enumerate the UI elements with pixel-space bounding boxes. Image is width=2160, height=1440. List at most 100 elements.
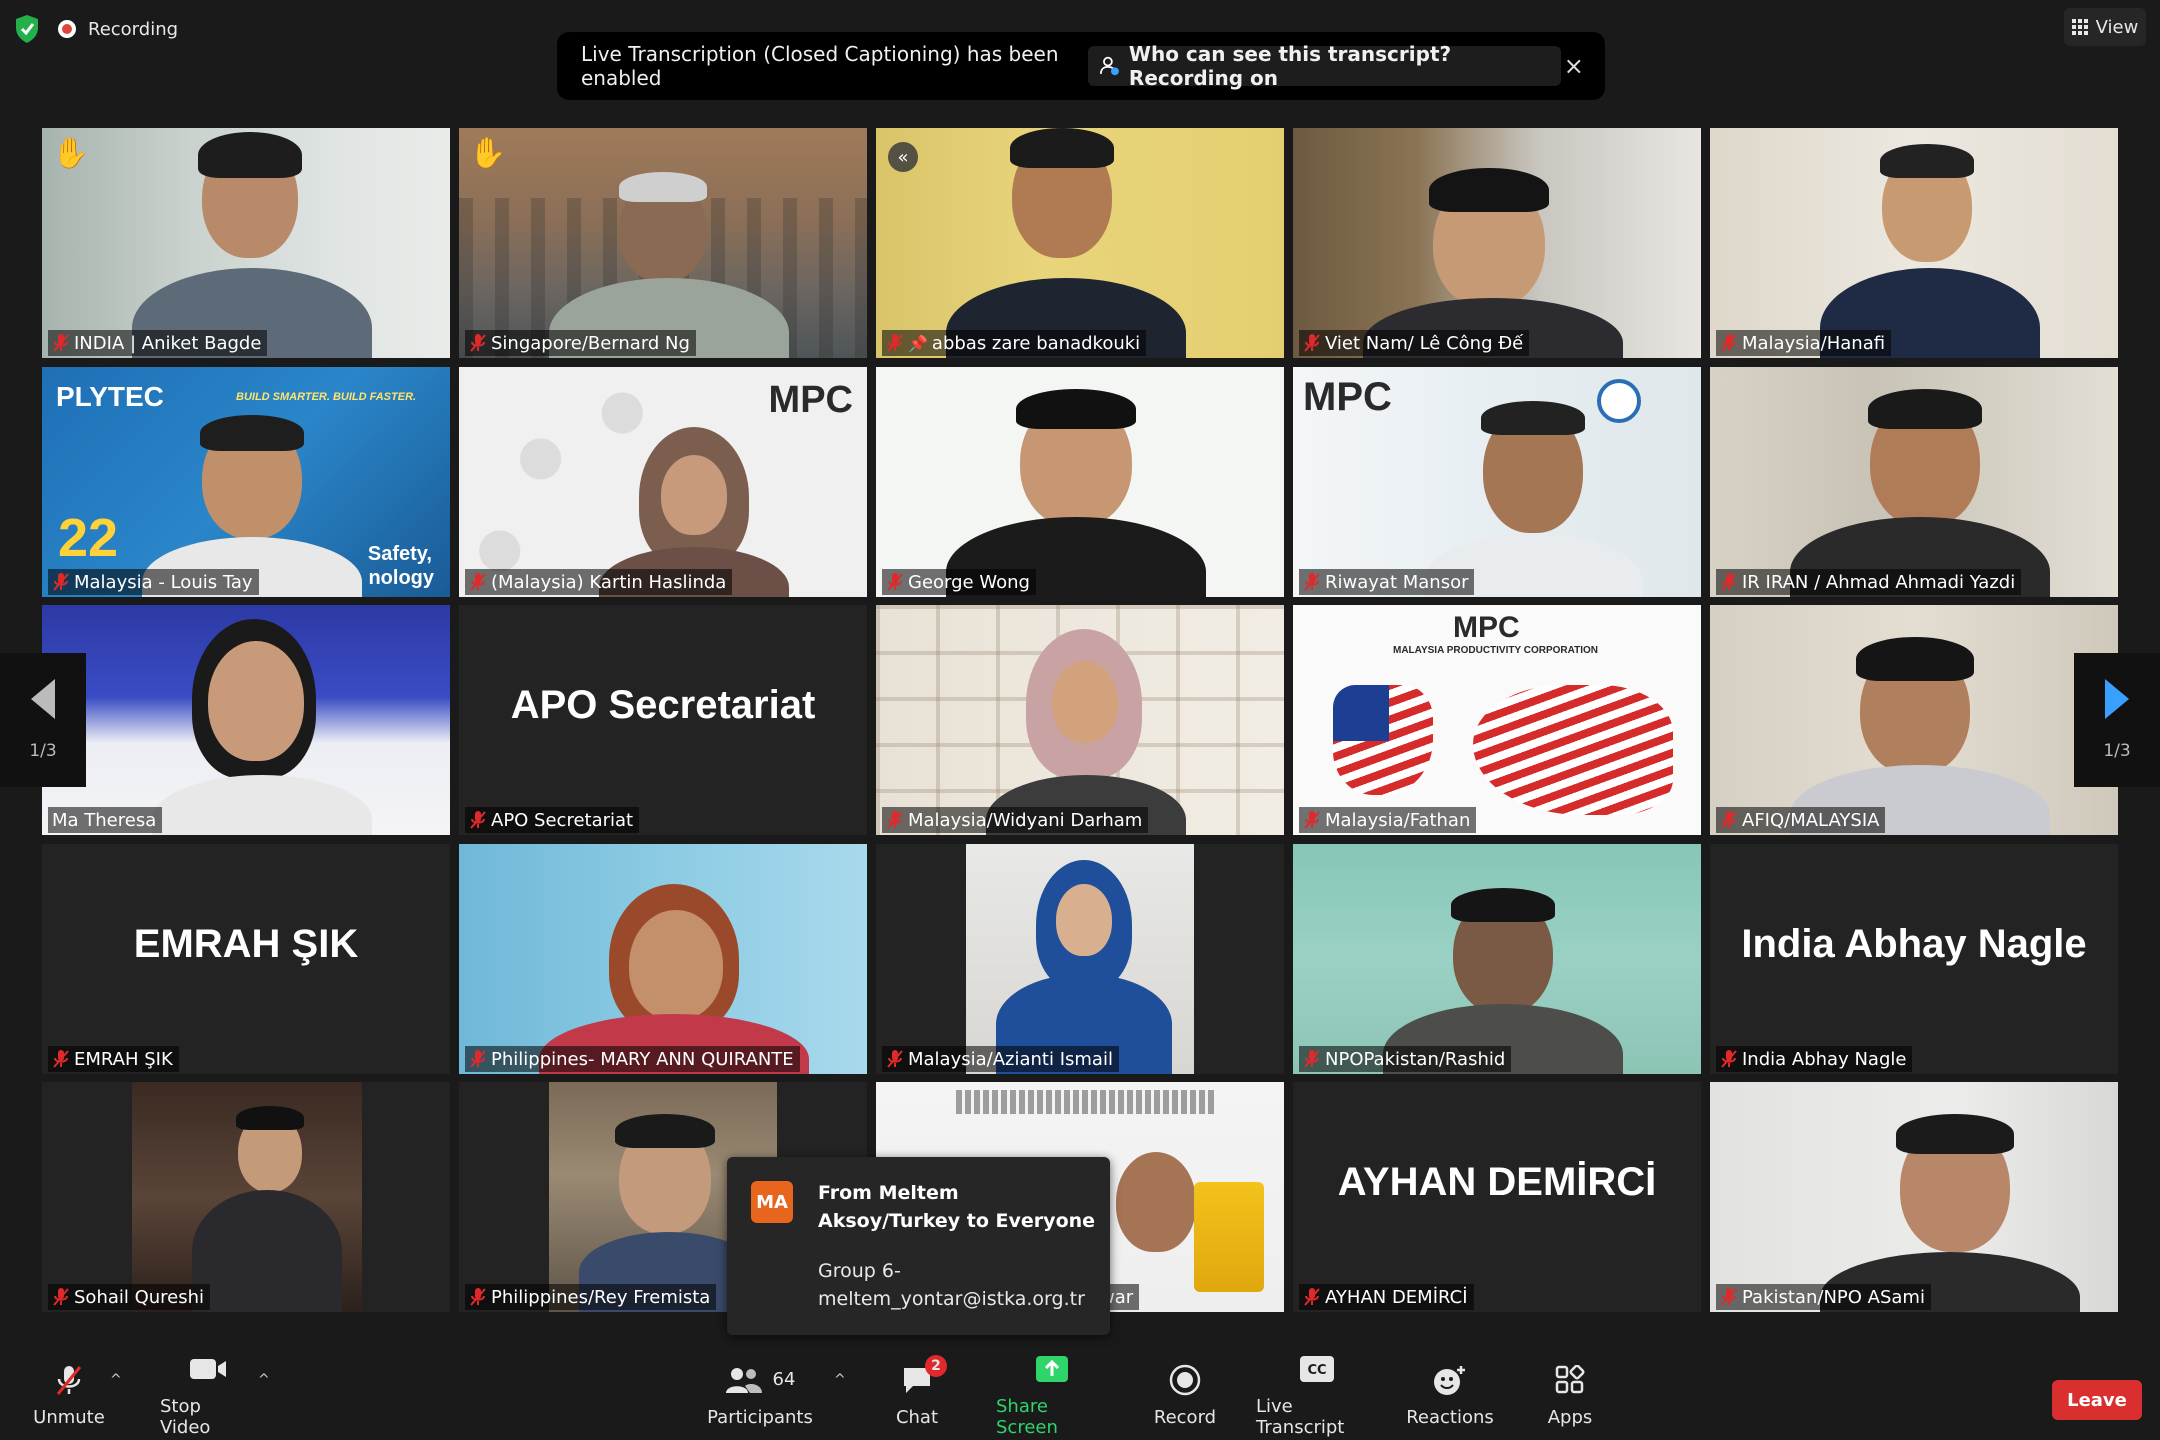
participant-name: AFIQ/MALAYSIA bbox=[1716, 807, 1886, 833]
video-options-caret-icon[interactable]: ^ bbox=[258, 1372, 270, 1388]
mpc-logo: MPC bbox=[1303, 375, 1392, 419]
mic-muted-icon bbox=[1721, 811, 1737, 829]
unmute-button[interactable]: Unmute bbox=[30, 1350, 108, 1440]
video-tile-active-speaker[interactable]: Ma Theresa bbox=[42, 605, 450, 835]
participant-name: Ma Theresa bbox=[48, 807, 163, 833]
participant-name: Malaysia/Fathan bbox=[1299, 807, 1477, 833]
apps-button[interactable]: Apps bbox=[1540, 1350, 1600, 1440]
recording-indicator[interactable]: Recording bbox=[58, 19, 178, 40]
video-tile[interactable]: India Abhay Nagle India Abhay Nagle bbox=[1710, 844, 2118, 1074]
live-transcript-button[interactable]: CC Live Transcript bbox=[1256, 1350, 1378, 1440]
participant-name: NPOPakistan/Rashid bbox=[1299, 1046, 1512, 1072]
video-tile[interactable]: Pakistan/NPO ASami bbox=[1710, 1082, 2118, 1312]
shield-icon[interactable] bbox=[14, 14, 40, 44]
view-button[interactable]: View bbox=[2064, 8, 2146, 46]
video-tile[interactable]: MPC Riwayat Mansor bbox=[1293, 367, 1701, 597]
mic-muted-icon bbox=[887, 334, 903, 352]
chat-message: Group 6- meltem_yontar@istka.org.tr bbox=[818, 1260, 1085, 1310]
participant-name: (Malaysia) Kartin Haslinda bbox=[465, 569, 733, 595]
slide-header bbox=[956, 1090, 1216, 1114]
video-tile[interactable]: Viet Nam/ Lê Công Đế bbox=[1293, 128, 1701, 358]
video-tile[interactable]: Sohail Qureshi bbox=[42, 1082, 450, 1312]
close-icon[interactable]: × bbox=[1561, 52, 1587, 80]
video-tile[interactable]: ✋ INDIA | Aniket Bagde bbox=[42, 128, 450, 358]
participants-button[interactable]: 64 Participants bbox=[706, 1350, 814, 1440]
view-label: View bbox=[2095, 16, 2139, 38]
leave-button[interactable]: Leave bbox=[2052, 1380, 2142, 1420]
raised-hand-icon: ✋ bbox=[469, 136, 507, 171]
video-tile[interactable]: Malaysia/Widyani Darham bbox=[876, 605, 1284, 835]
participant-name: INDIA | Aniket Bagde bbox=[48, 330, 268, 356]
video-camera-icon bbox=[188, 1352, 228, 1386]
next-page-button[interactable]: 1/3 bbox=[2074, 653, 2160, 787]
video-tile[interactable]: IR IRAN / Ahmad Ahmadi Yazdi bbox=[1710, 367, 2118, 597]
video-tile[interactable]: EMRAH ŞIK EMRAH ŞIK bbox=[42, 844, 450, 1074]
previous-page-button[interactable]: 1/3 bbox=[0, 653, 86, 787]
page-indicator: 1/3 bbox=[2103, 741, 2131, 761]
share-screen-button[interactable]: Share Screen bbox=[996, 1350, 1108, 1440]
mic-muted-icon bbox=[53, 334, 69, 352]
video-tile[interactable]: AFIQ/MALAYSIA bbox=[1710, 605, 2118, 835]
unmute-options-caret-icon[interactable]: ^ bbox=[110, 1372, 122, 1388]
banner-number: 22 bbox=[58, 508, 119, 568]
participants-count: 64 bbox=[772, 1369, 796, 1390]
mpc-logo: MPC bbox=[768, 379, 853, 421]
avatar: MA bbox=[751, 1181, 793, 1223]
banner-text-nology: nology bbox=[368, 567, 434, 589]
mic-muted-icon bbox=[887, 811, 903, 829]
participant-name: AYHAN DEMİRCİ bbox=[1299, 1284, 1474, 1310]
record-button[interactable]: Record bbox=[1150, 1350, 1220, 1440]
video-tile[interactable]: ✋ Singapore/Bernard Ng bbox=[459, 128, 867, 358]
video-tile[interactable]: Malaysia/Azianti Ismail bbox=[876, 844, 1284, 1074]
mic-muted-icon bbox=[1304, 334, 1320, 352]
chat-icon: 2 bbox=[901, 1354, 947, 1397]
mic-muted-icon bbox=[470, 334, 486, 352]
participant-name: Viet Nam/ Lê Công Đế bbox=[1299, 330, 1530, 356]
transcription-banner: Live Transcription (Closed Captioning) h… bbox=[557, 32, 1605, 100]
video-tile[interactable]: MPC MALAYSIA PRODUCTIVITY CORPORATION Ma… bbox=[1293, 605, 1701, 835]
closed-caption-icon: CC bbox=[1299, 1352, 1335, 1386]
participant-display-name: India Abhay Nagle bbox=[1741, 921, 2087, 966]
reactions-button[interactable]: Reactions bbox=[1406, 1350, 1494, 1440]
recording-label: Recording bbox=[88, 18, 179, 40]
apps-icon bbox=[1555, 1363, 1585, 1397]
share-screen-icon bbox=[1035, 1352, 1069, 1386]
participant-name: Singapore/Bernard Ng bbox=[465, 330, 696, 356]
video-tile[interactable]: Malaysia/Hanafi bbox=[1710, 128, 2118, 358]
mic-muted-icon bbox=[470, 573, 486, 591]
plytec-logo: PLYTEC bbox=[56, 381, 164, 412]
chat-unread-badge: 2 bbox=[925, 1354, 947, 1377]
who-can-see-button[interactable]: Who can see this transcript? Recording o… bbox=[1087, 42, 1561, 90]
who-label: Who can see this transcript? Recording o… bbox=[1128, 42, 1452, 90]
mic-muted-icon bbox=[1304, 811, 1320, 829]
video-tile[interactable]: PLYTEC BUILD SMARTER. BUILD FASTER. 22 S… bbox=[42, 367, 450, 597]
participant-name: Philippines- MARY ANN QUIRANTE bbox=[465, 1046, 800, 1072]
smiley-plus-icon bbox=[1433, 1363, 1467, 1397]
participant-display-name: APO Secretariat bbox=[510, 682, 816, 727]
participants-options-caret-icon[interactable]: ^ bbox=[834, 1372, 846, 1388]
video-tile[interactable]: MPC (Malaysia) Kartin Haslinda bbox=[459, 367, 867, 597]
banner-slogan: BUILD SMARTER. BUILD FASTER. bbox=[236, 391, 417, 403]
video-tile[interactable]: APO Secretariat APO Secretariat bbox=[459, 605, 867, 835]
participant-display-name: AYHAN DEMİRCİ bbox=[1337, 1159, 1657, 1204]
svg-text:CC: CC bbox=[1307, 1363, 1326, 1378]
stop-video-button[interactable]: Stop Video bbox=[160, 1350, 256, 1440]
video-tile[interactable]: NPOPakistan/Rashid bbox=[1293, 844, 1701, 1074]
chat-button[interactable]: 2 Chat bbox=[892, 1350, 947, 1440]
mic-muted-icon bbox=[53, 1050, 69, 1068]
video-tile[interactable]: Philippines- MARY ANN QUIRANTE bbox=[459, 844, 867, 1074]
banner-text-safety: Safety, bbox=[367, 543, 432, 565]
grid-icon bbox=[2071, 19, 2088, 35]
participant-display-name: EMRAH ŞIK bbox=[133, 921, 359, 966]
arrow-left-icon bbox=[31, 679, 55, 719]
chat-notification-popup[interactable]: MA From Meltem Aksoy/Turkey to Everyone … bbox=[727, 1157, 1110, 1335]
video-tile[interactable]: AYHAN DEMİRCİ AYHAN DEMİRCİ bbox=[1293, 1082, 1701, 1312]
mic-muted-icon bbox=[1304, 1288, 1320, 1306]
collapse-icon[interactable]: « bbox=[888, 142, 918, 172]
participant-name: George Wong bbox=[882, 569, 1036, 595]
video-tile[interactable]: « 📌 abbas zare banadkouki bbox=[876, 128, 1284, 358]
mic-muted-icon bbox=[470, 1050, 486, 1068]
video-tile[interactable]: George Wong bbox=[876, 367, 1284, 597]
top-status: Recording bbox=[14, 14, 178, 44]
banner-text: Live Transcription (Closed Captioning) h… bbox=[581, 42, 1059, 90]
